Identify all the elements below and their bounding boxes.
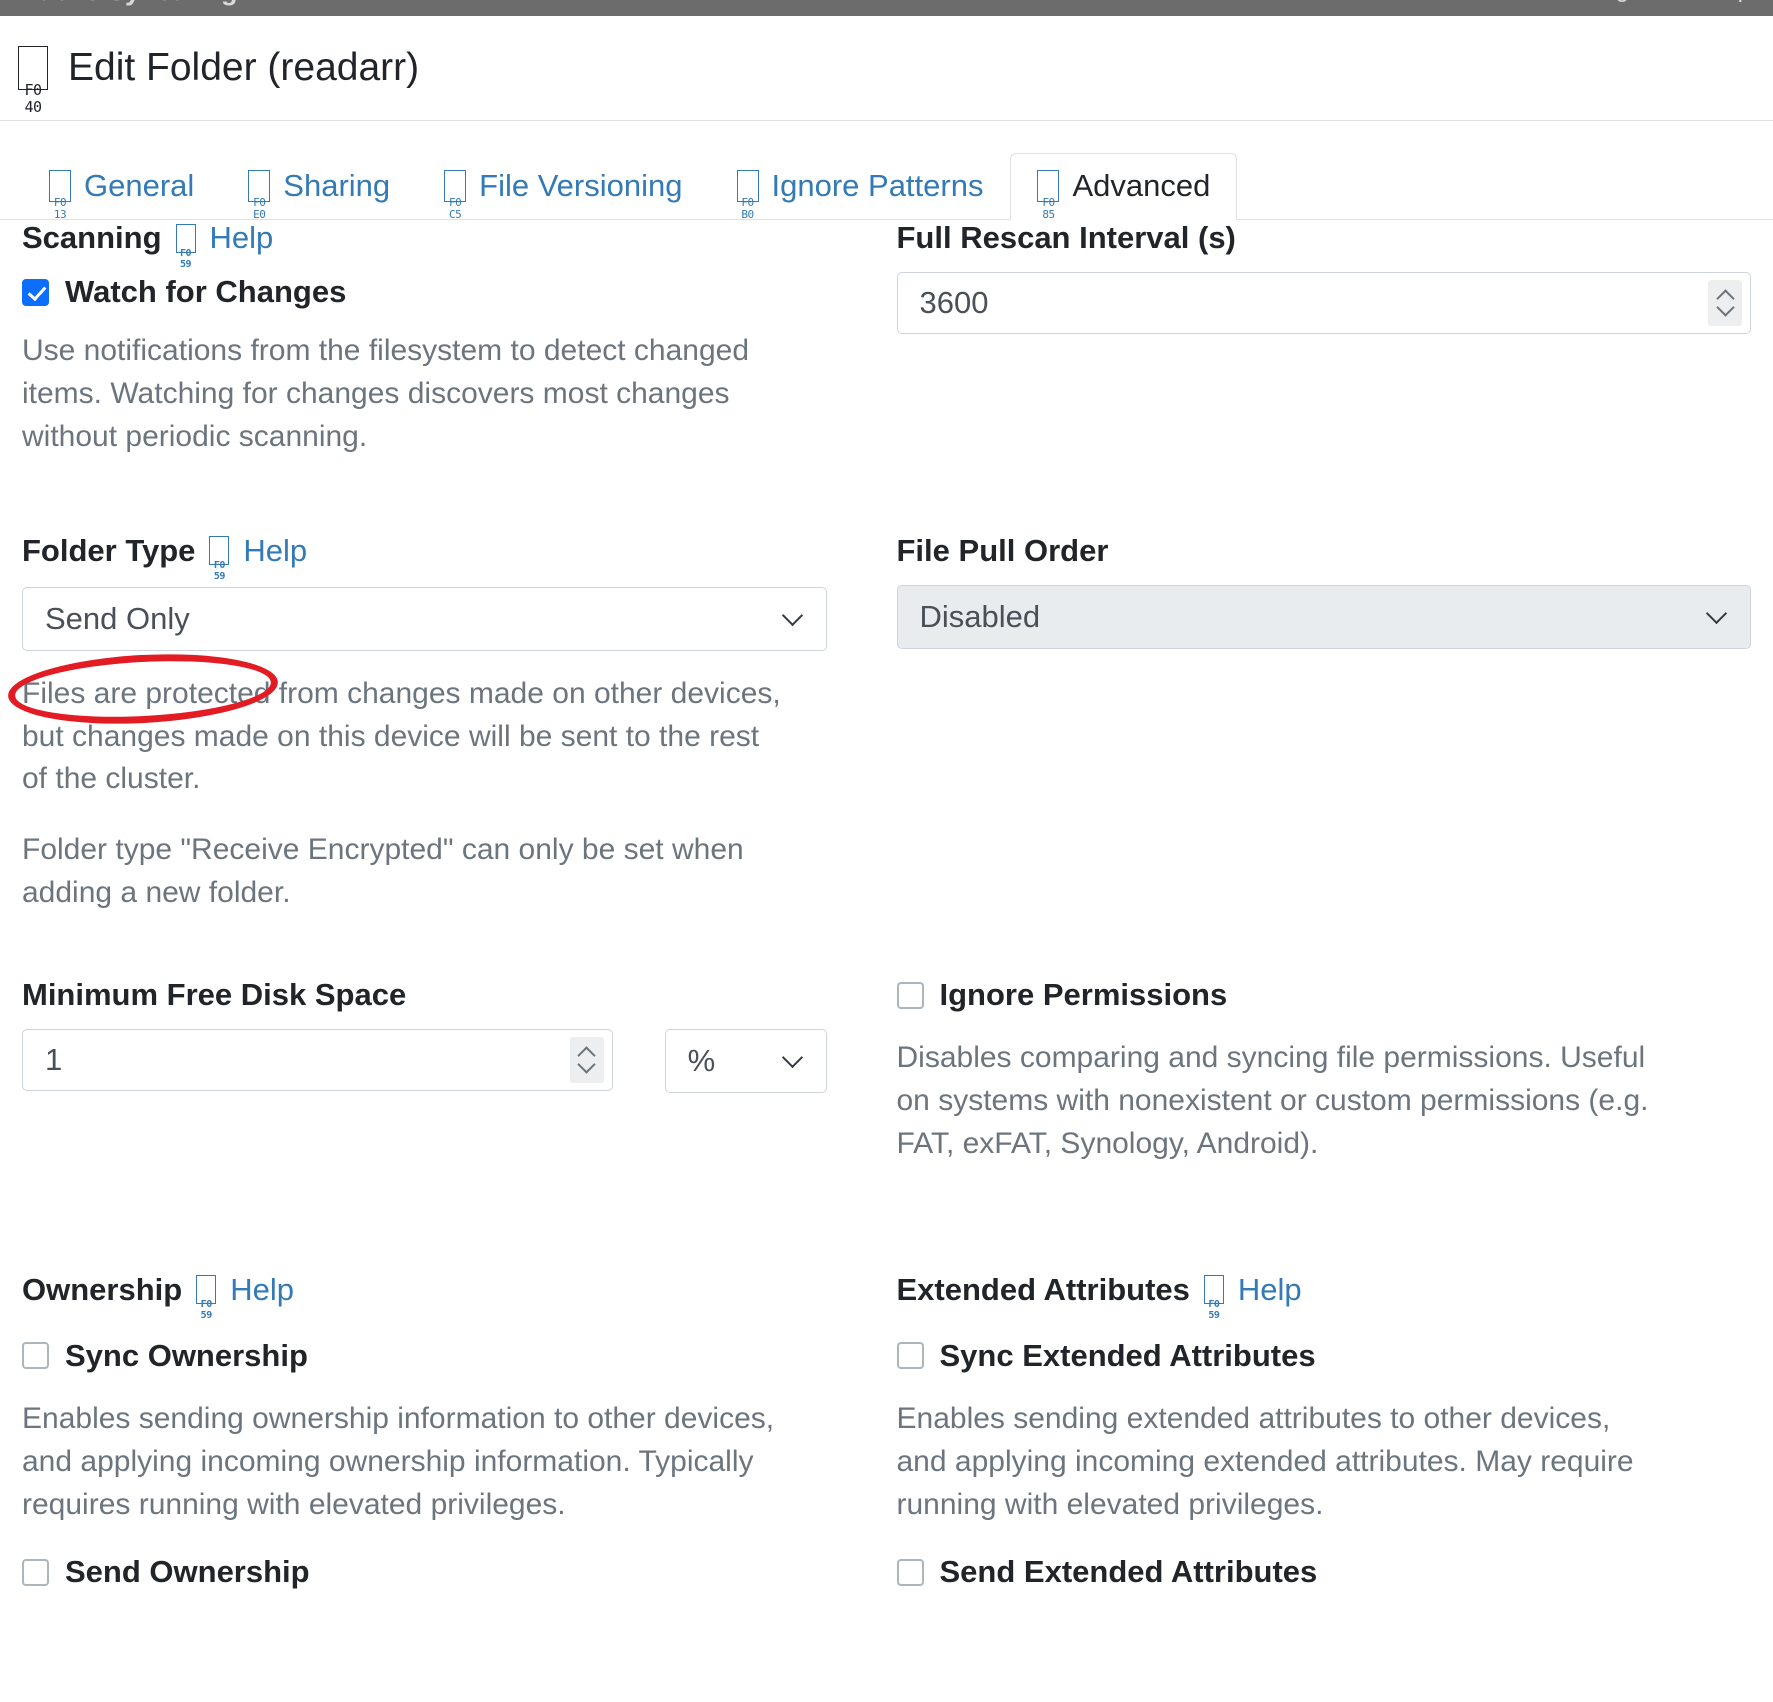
question-circle-icon: F0 59 [1203,1275,1224,1321]
ownership-column: Ownership F0 59 Help Sync Ownership Enabl… [22,1272,887,1611]
sync-ownership-checkbox[interactable] [22,1342,49,1370]
min-free-disk-space-stepper[interactable] [569,1037,604,1084]
min-free-disk-space-value: 1 [45,1042,63,1078]
tab-file-versioning[interactable]: F0 C5 File Versioning [417,153,709,221]
ownership-heading: Ownership F0 59 Help [22,1271,827,1322]
min-free-disk-unit-wrap: % [664,1029,827,1094]
row-ownership: Ownership F0 59 Help Sync Ownership Enabl… [22,1272,1751,1611]
sync-extended-attributes-checkbox[interactable] [896,1342,924,1370]
tab-advanced-label: Advanced [1072,168,1211,203]
modal-title-text: Edit Folder (readarr) [68,46,420,89]
send-extended-attributes-label[interactable]: Send Extended Attributes [940,1554,1318,1590]
scanning-column: Scanning F0 59 Help Watch for Changes Use… [22,220,887,487]
folder-type-column: Folder Type F0 59 Help Send Only Files ar… [22,533,887,943]
sync-ownership-row[interactable]: Sync Ownership [22,1338,827,1374]
min-free-disk-column: Minimum Free Disk Space 1 % [22,977,887,1194]
tab-ignore-patterns[interactable]: F0 B0 Ignore Patterns [710,153,1011,221]
min-free-disk-unit-select[interactable]: % [664,1029,827,1094]
watch-for-changes-checkbox[interactable] [22,278,49,306]
row-min-free-disk: Minimum Free Disk Space 1 % Ignore Permi… [22,977,1751,1194]
modal-tabs: F0 13 General F0 E0 Sharing F0 C5 File Vers… [0,146,1773,221]
sync-extended-attributes-row[interactable]: Sync Extended Attributes [896,1338,1752,1374]
scanning-heading: Scanning F0 59 Help [22,220,827,270]
scanning-heading-text: Scanning [22,220,162,255]
extended-attributes-column: Extended Attributes F0 59 Help Sync Exten… [887,1272,1752,1611]
copy-icon: F0 C5 [444,170,467,221]
navbar-language-menu[interactable]: English [1586,0,1665,3]
scanning-help-link[interactable]: Help [210,220,274,256]
navbar-right-menu: English Help [1556,0,1751,4]
ignore-permissions-label[interactable]: Ignore Permissions [940,977,1228,1013]
tab-advanced[interactable]: F0 85 Advanced [1010,153,1238,221]
ignore-permissions-row[interactable]: Ignore Permissions [896,977,1752,1013]
tab-file-versioning-label: File Versioning [479,168,683,203]
navbar-brand[interactable]: u023 Syncthing [38,0,238,7]
app-navbar: u023 Syncthing English Help [0,0,1773,16]
sync-extended-attributes-label[interactable]: Sync Extended Attributes [940,1338,1316,1374]
envelope-icon: F0 E0 [248,170,271,221]
chevron-down-icon[interactable] [1705,602,1728,624]
min-free-disk-space-input[interactable]: 1 [22,1029,613,1092]
chevron-down-icon[interactable] [781,604,803,626]
folder-type-selected-value: Send Only [45,600,190,636]
modal-header: F0 40 Edit Folder (readarr) [0,16,1773,121]
question-circle-icon: F0 59 [196,1275,217,1321]
sync-ownership-label[interactable]: Sync Ownership [65,1338,308,1374]
folder-type-heading-text: Folder Type [22,532,196,568]
folder-type-description: Files are protected from changes made on… [22,676,781,796]
row-folder-type: Folder Type F0 59 Help Send Only Files ar… [22,533,1751,943]
file-pull-order-selected-value: Disabled [919,598,1041,634]
min-free-disk-space-label: Minimum Free Disk Space [22,977,407,1013]
tab-sharing-label: Sharing [283,168,391,203]
send-extended-attributes-checkbox[interactable] [896,1558,924,1586]
min-free-disk-number-wrap: 1 [22,1029,613,1093]
page-title: F0 40 Edit Folder (readarr) [18,46,420,116]
send-ownership-row[interactable]: Send Ownership [22,1554,827,1590]
folder-type-help-link[interactable]: Help [243,533,307,569]
file-pull-order-column: File Pull Order Disabled [887,532,1751,943]
sliders-icon: F0 85 [1037,170,1060,221]
full-rescan-interval-stepper[interactable] [1708,280,1742,326]
full-rescan-column: Full Rescan Interval (s) 3600 [887,220,1751,487]
tab-ignore-patterns-label: Ignore Patterns [771,168,984,203]
row-scanning: Scanning F0 59 Help Watch for Changes Use… [22,220,1751,487]
question-circle-icon: F0 59 [209,536,230,582]
tab-sharing[interactable]: F0 E0 Sharing [221,153,417,221]
full-rescan-interval-value: 3600 [919,285,989,320]
sync-ownership-description: Enables sending ownership information to… [22,1401,775,1521]
folder-type-note: Folder type "Receive Encrypted" can only… [22,833,744,910]
min-free-disk-controls: 1 % [22,1029,827,1094]
extended-attributes-heading: Extended Attributes F0 59 Help [896,1271,1752,1322]
chevron-down-icon[interactable] [781,1047,803,1069]
min-free-disk-unit-value: % [687,1043,716,1079]
full-rescan-interval-input[interactable]: 3600 [896,272,1751,334]
navbar-help-menu[interactable]: Help [1702,0,1751,3]
ignore-permissions-checkbox[interactable] [896,981,924,1009]
send-ownership-label[interactable]: Send Ownership [65,1554,310,1590]
pencil-edit-icon: F0 40 [18,46,48,116]
folder-type-heading: Folder Type F0 59 Help [22,532,827,583]
watch-for-changes-label[interactable]: Watch for Changes [65,274,346,310]
send-extended-attributes-row[interactable]: Send Extended Attributes [896,1554,1752,1590]
ignore-permissions-column: Ignore Permissions Disables comparing an… [887,977,1752,1194]
file-pull-order-select[interactable]: Disabled [896,584,1751,649]
folder-type-select[interactable]: Send Only [22,586,827,651]
tab-general[interactable]: F0 13 General [22,153,221,221]
ban-icon: F0 B0 [736,170,759,221]
advanced-tab-panel: Scanning F0 59 Help Watch for Changes Use… [0,220,1773,1610]
extended-attributes-heading-text: Extended Attributes [896,1271,1190,1307]
watch-for-changes-description: Use notifications from the filesystem to… [22,334,750,453]
ownership-heading-text: Ownership [22,1271,183,1307]
question-circle-icon: F0 59 [175,223,196,270]
full-rescan-interval-label: Full Rescan Interval (s) [896,220,1236,255]
sync-extended-attributes-description: Enables sending extended attributes to o… [896,1401,1634,1521]
cog-icon: F0 13 [49,170,71,221]
watch-for-changes-row[interactable]: Watch for Changes [22,274,827,310]
file-pull-order-label: File Pull Order [896,532,1109,568]
ignore-permissions-description: Disables comparing and syncing file perm… [896,1041,1649,1160]
extended-attributes-help-link[interactable]: Help [1238,1272,1302,1308]
ownership-help-link[interactable]: Help [230,1272,294,1308]
send-ownership-checkbox[interactable] [22,1558,49,1586]
tab-general-label: General [84,168,195,203]
